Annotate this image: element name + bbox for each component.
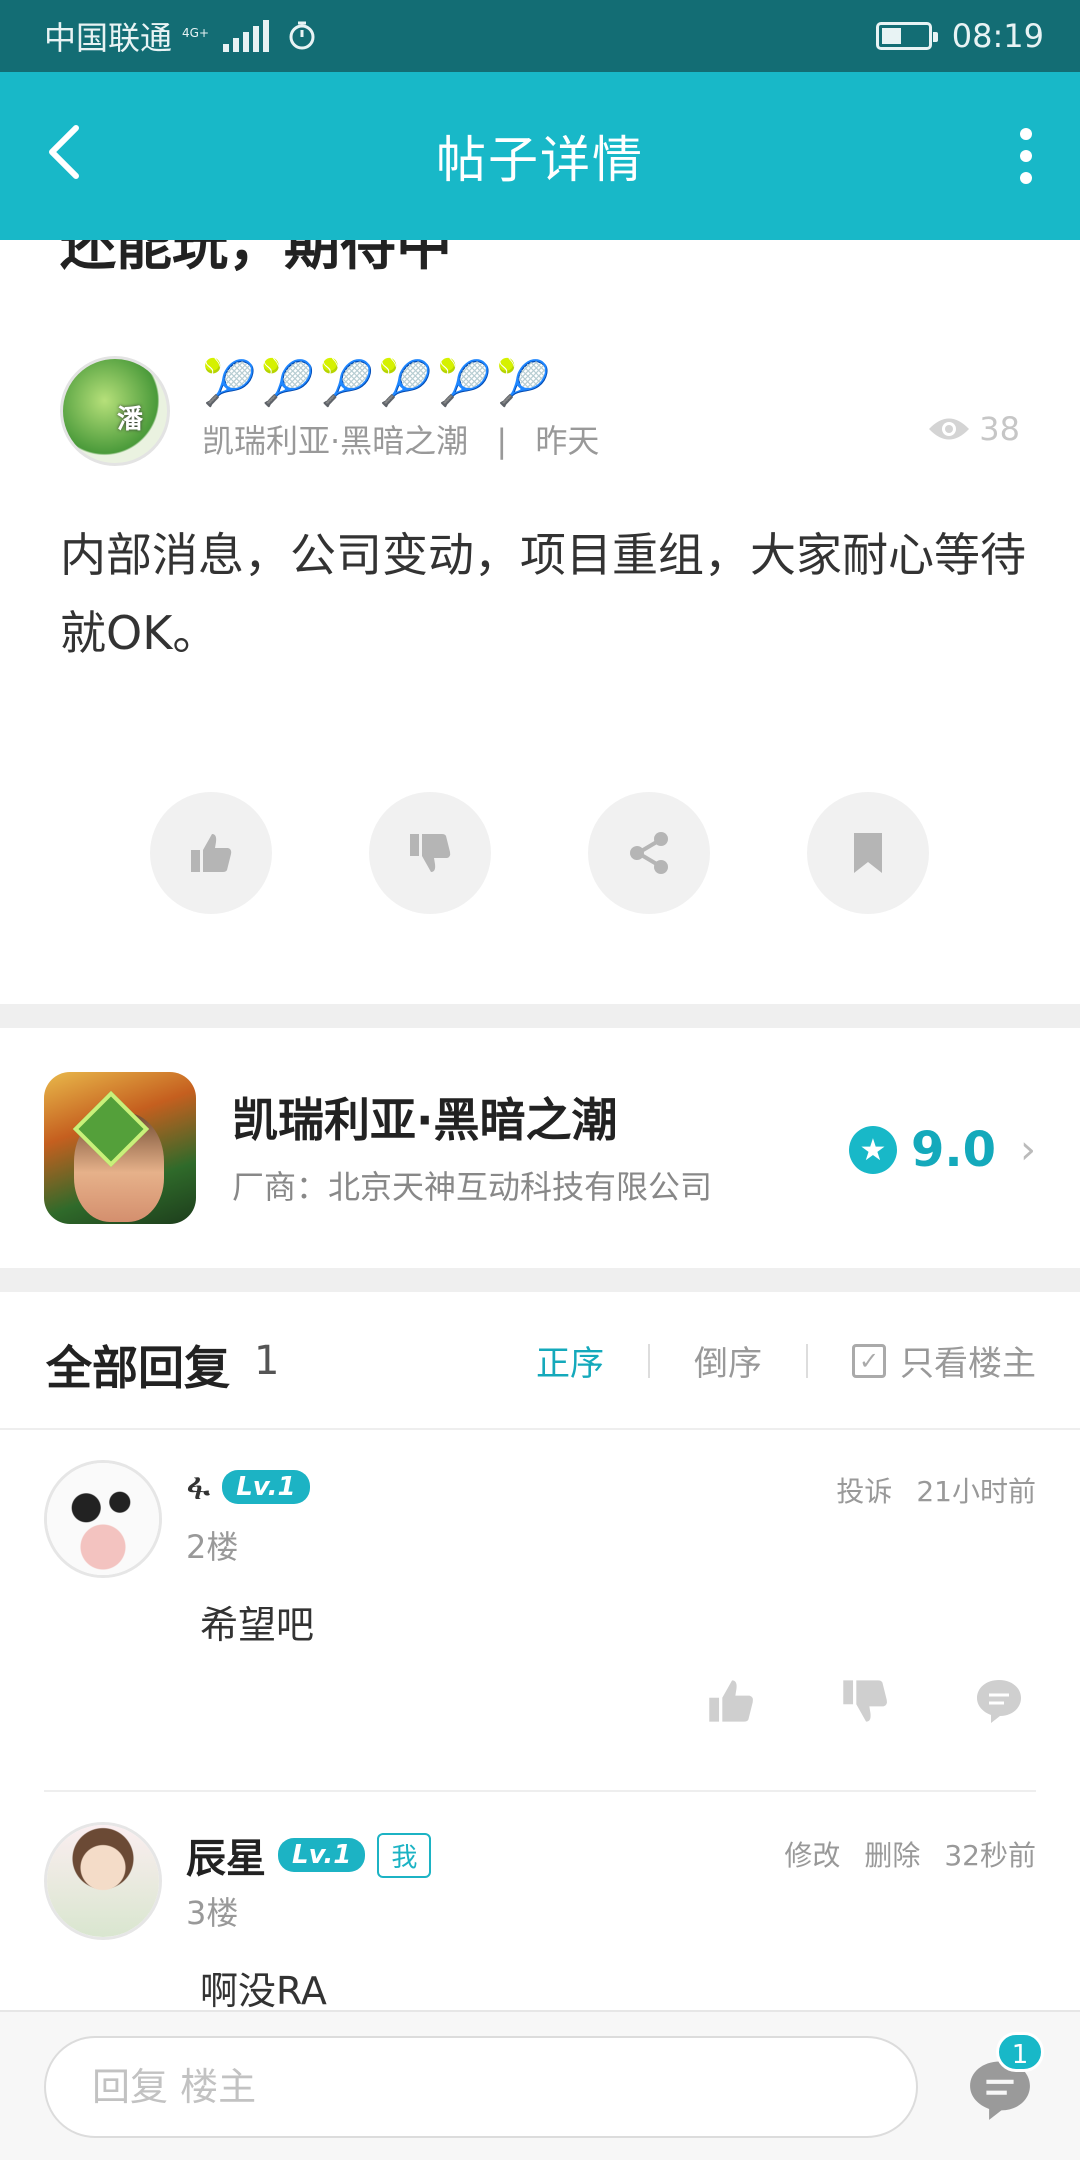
meta-separator: | (496, 422, 508, 460)
reply-username[interactable]: ፋ (186, 1464, 210, 1509)
section-divider (0, 1004, 1080, 1028)
thumbs-down-icon[interactable] (840, 1676, 890, 1726)
tennis-racket-icon: 🎾 (378, 358, 434, 409)
star-icon: ★ (848, 1126, 897, 1174)
replies-header: 全部回复 1 正序 倒序 ✓ 只看楼主 (0, 1292, 1080, 1430)
reply-input[interactable]: 回复 楼主 (44, 2036, 918, 2138)
reply-ops: 修改 删除 32秒前 (784, 1834, 1036, 1874)
avatar-label: 潘 (117, 405, 144, 435)
game-icon (44, 1072, 196, 1224)
sort-desc-tab[interactable]: 倒序 (694, 1336, 762, 1385)
tennis-racket-icon: 🎾 (319, 358, 375, 409)
author-badges: 🎾 🎾 🎾 🎾 🎾 🎾 (202, 358, 551, 410)
tennis-racket-icon: 🎾 (260, 358, 316, 409)
timer-icon (289, 21, 315, 50)
game-name: 凯瑞利亚·黑暗之潮 (232, 1093, 618, 1147)
view-count: 38 (927, 410, 1020, 448)
reply-avatar[interactable] (44, 1822, 162, 1940)
reply-item: 辰星 Lv.1 我 3楼 修改 删除 32秒前 啊没RA (0, 1792, 1080, 2013)
post-body: 内部消息，公司变动，项目重组，大家耐心等待就OK。 (60, 528, 1026, 660)
level-badge: Lv.1 (222, 1469, 310, 1504)
carrier-info: 中国联通 4G+ (44, 13, 317, 59)
signal-icon (223, 20, 270, 52)
post-game-tag: 凯瑞利亚·黑暗之潮 (202, 422, 469, 460)
section-divider (0, 1268, 1080, 1292)
reply-username[interactable]: 辰星 (186, 1826, 266, 1884)
like-button[interactable] (150, 792, 272, 914)
tennis-racket-icon: 🎾 (202, 358, 257, 409)
dislike-button[interactable] (369, 792, 491, 914)
checkbox-icon: ✓ (852, 1343, 886, 1378)
post-meta: 凯瑞利亚·黑暗之潮 | 昨天 (202, 416, 599, 462)
page-title: 帖子详情 (436, 131, 644, 189)
replies-title: 全部回复 (46, 1341, 230, 1395)
thumbs-up-icon[interactable] (706, 1676, 756, 1726)
only-op-label: 只看楼主 (900, 1344, 1036, 1384)
edit-link[interactable]: 修改 (784, 1834, 840, 1874)
reply-sort-tabs: 正序 倒序 ✓ 只看楼主 (536, 1336, 1036, 1385)
game-vendor: 厂商：北京天神互动科技有限公司 (232, 1168, 713, 1206)
share-icon (630, 832, 668, 874)
thumbs-down-icon (410, 834, 451, 872)
chevron-right-icon: › (1020, 1127, 1036, 1173)
reply-time: 21小时前 (916, 1475, 1036, 1508)
reply-ops: 投诉 21小时前 (836, 1470, 1036, 1510)
bookmark-icon (854, 833, 882, 873)
thumbs-up-icon (191, 834, 232, 872)
reply-item: ፋ Lv.1 2楼 投诉 21小时前 希望吧 (0, 1430, 1080, 1792)
reply-username-row: 辰星 Lv.1 我 (186, 1826, 432, 1884)
replies-count: 1 (254, 1338, 280, 1384)
share-button[interactable] (588, 792, 710, 914)
level-badge: Lv.1 (278, 1838, 366, 1872)
network-type: 4G+ (182, 26, 210, 40)
delete-link[interactable]: 删除 (864, 1834, 920, 1874)
carrier-name: 中国联通 (44, 19, 173, 57)
game-card[interactable]: 凯瑞利亚·黑暗之潮 厂商：北京天神互动科技有限公司 ★ 9.0 › (0, 1028, 1080, 1268)
status-bar: 中国联通 4G+ 08:19 (0, 0, 1080, 72)
post-time: 昨天 (535, 422, 600, 460)
post-author-row: 潘 🎾 🎾 🎾 🎾 🎾 🎾 凯瑞利亚·黑暗之潮 | 昨天 38 (60, 354, 1020, 474)
reply-content: 啊没RA (200, 1969, 327, 2013)
rating-value: 9.0 (910, 1122, 996, 1178)
clock: 08:19 (951, 17, 1044, 55)
tennis-racket-icon: 🎾 (495, 358, 551, 409)
tennis-racket-icon: 🎾 (437, 358, 492, 409)
post-actions (150, 792, 930, 916)
battery-icon (875, 22, 938, 50)
sort-asc-tab[interactable]: 正序 (536, 1336, 604, 1385)
back-arrow-icon[interactable] (36, 120, 100, 184)
reply-time: 32秒前 (944, 1839, 1036, 1872)
author-avatar[interactable]: 潘 (60, 356, 170, 466)
reply-username-row: ፋ Lv.1 (186, 1464, 310, 1509)
reply-floor: 3楼 (186, 1894, 239, 1932)
report-link[interactable]: 投诉 (836, 1470, 892, 1510)
view-count-value: 38 (979, 410, 1020, 448)
reply-actions (706, 1676, 1024, 1726)
eye-icon (929, 418, 970, 440)
app-bar: 帖子详情 (0, 72, 1080, 240)
bottom-bar: 回复 楼主 1 (0, 2010, 1080, 2160)
comment-icon[interactable] (974, 1676, 1024, 1726)
reply-content: 希望吧 (200, 1603, 315, 1647)
reply-floor: 2楼 (186, 1528, 239, 1566)
only-op-toggle[interactable]: ✓ 只看楼主 (852, 1336, 1036, 1385)
reply-avatar[interactable] (44, 1460, 162, 1578)
bookmark-button[interactable] (807, 792, 929, 914)
me-badge: 我 (377, 1832, 432, 1878)
comment-count-badge: 1 (996, 2032, 1044, 2072)
game-rating: ★ 9.0 › (848, 1122, 1036, 1178)
more-options-icon[interactable] (1016, 128, 1036, 184)
